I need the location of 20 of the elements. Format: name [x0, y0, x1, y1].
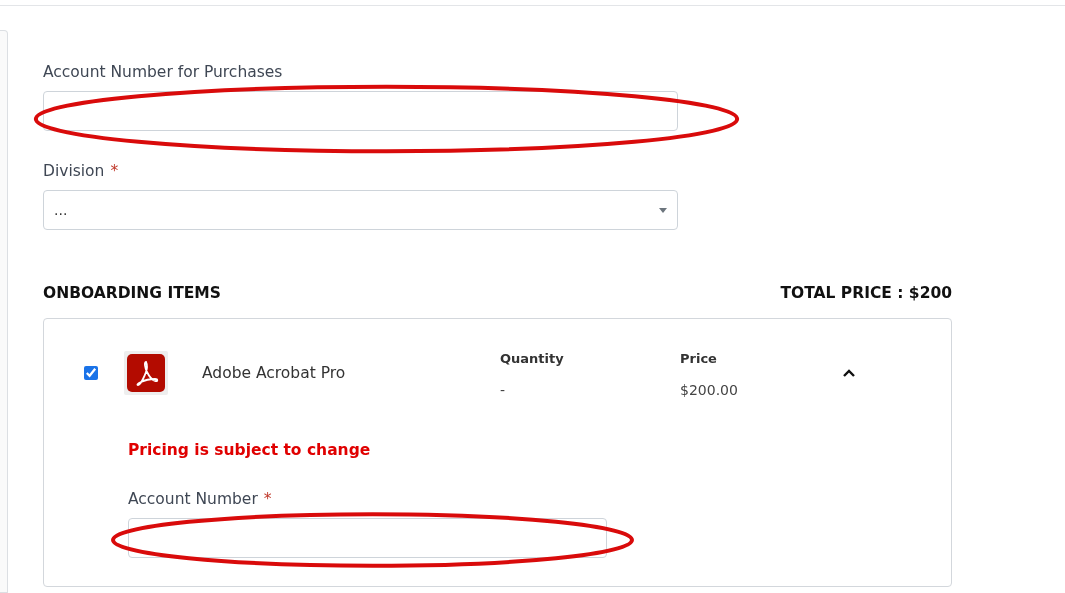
quantity-value: - — [500, 382, 507, 398]
pricing-notice: Pricing is subject to change — [128, 441, 372, 459]
item-checkbox[interactable] — [84, 365, 98, 380]
field-label: Account Number — [128, 489, 258, 509]
required-mark: * — [263, 489, 272, 509]
required-mark: * — [110, 161, 119, 181]
column-label: Quantity — [500, 351, 565, 366]
pdf-icon — [124, 350, 168, 395]
item-name: Adobe Acrobat Pro — [201, 363, 347, 382]
price-value: $200.00 — [680, 382, 739, 398]
field-label: Division — [43, 161, 105, 181]
chevron-icon[interactable] — [843, 368, 855, 377]
total-price: TOTAL PRICE : $200 — [780, 284, 952, 302]
field-label: Account Number for Purchases — [43, 62, 283, 82]
input-field[interactable] — [128, 518, 607, 558]
column-label: Price — [680, 351, 718, 366]
section-title: ONBOARDING ITEMS — [43, 284, 221, 302]
caret-icon — [659, 207, 667, 213]
input-field[interactable] — [43, 91, 678, 131]
division-select[interactable]: ... — [43, 190, 678, 230]
